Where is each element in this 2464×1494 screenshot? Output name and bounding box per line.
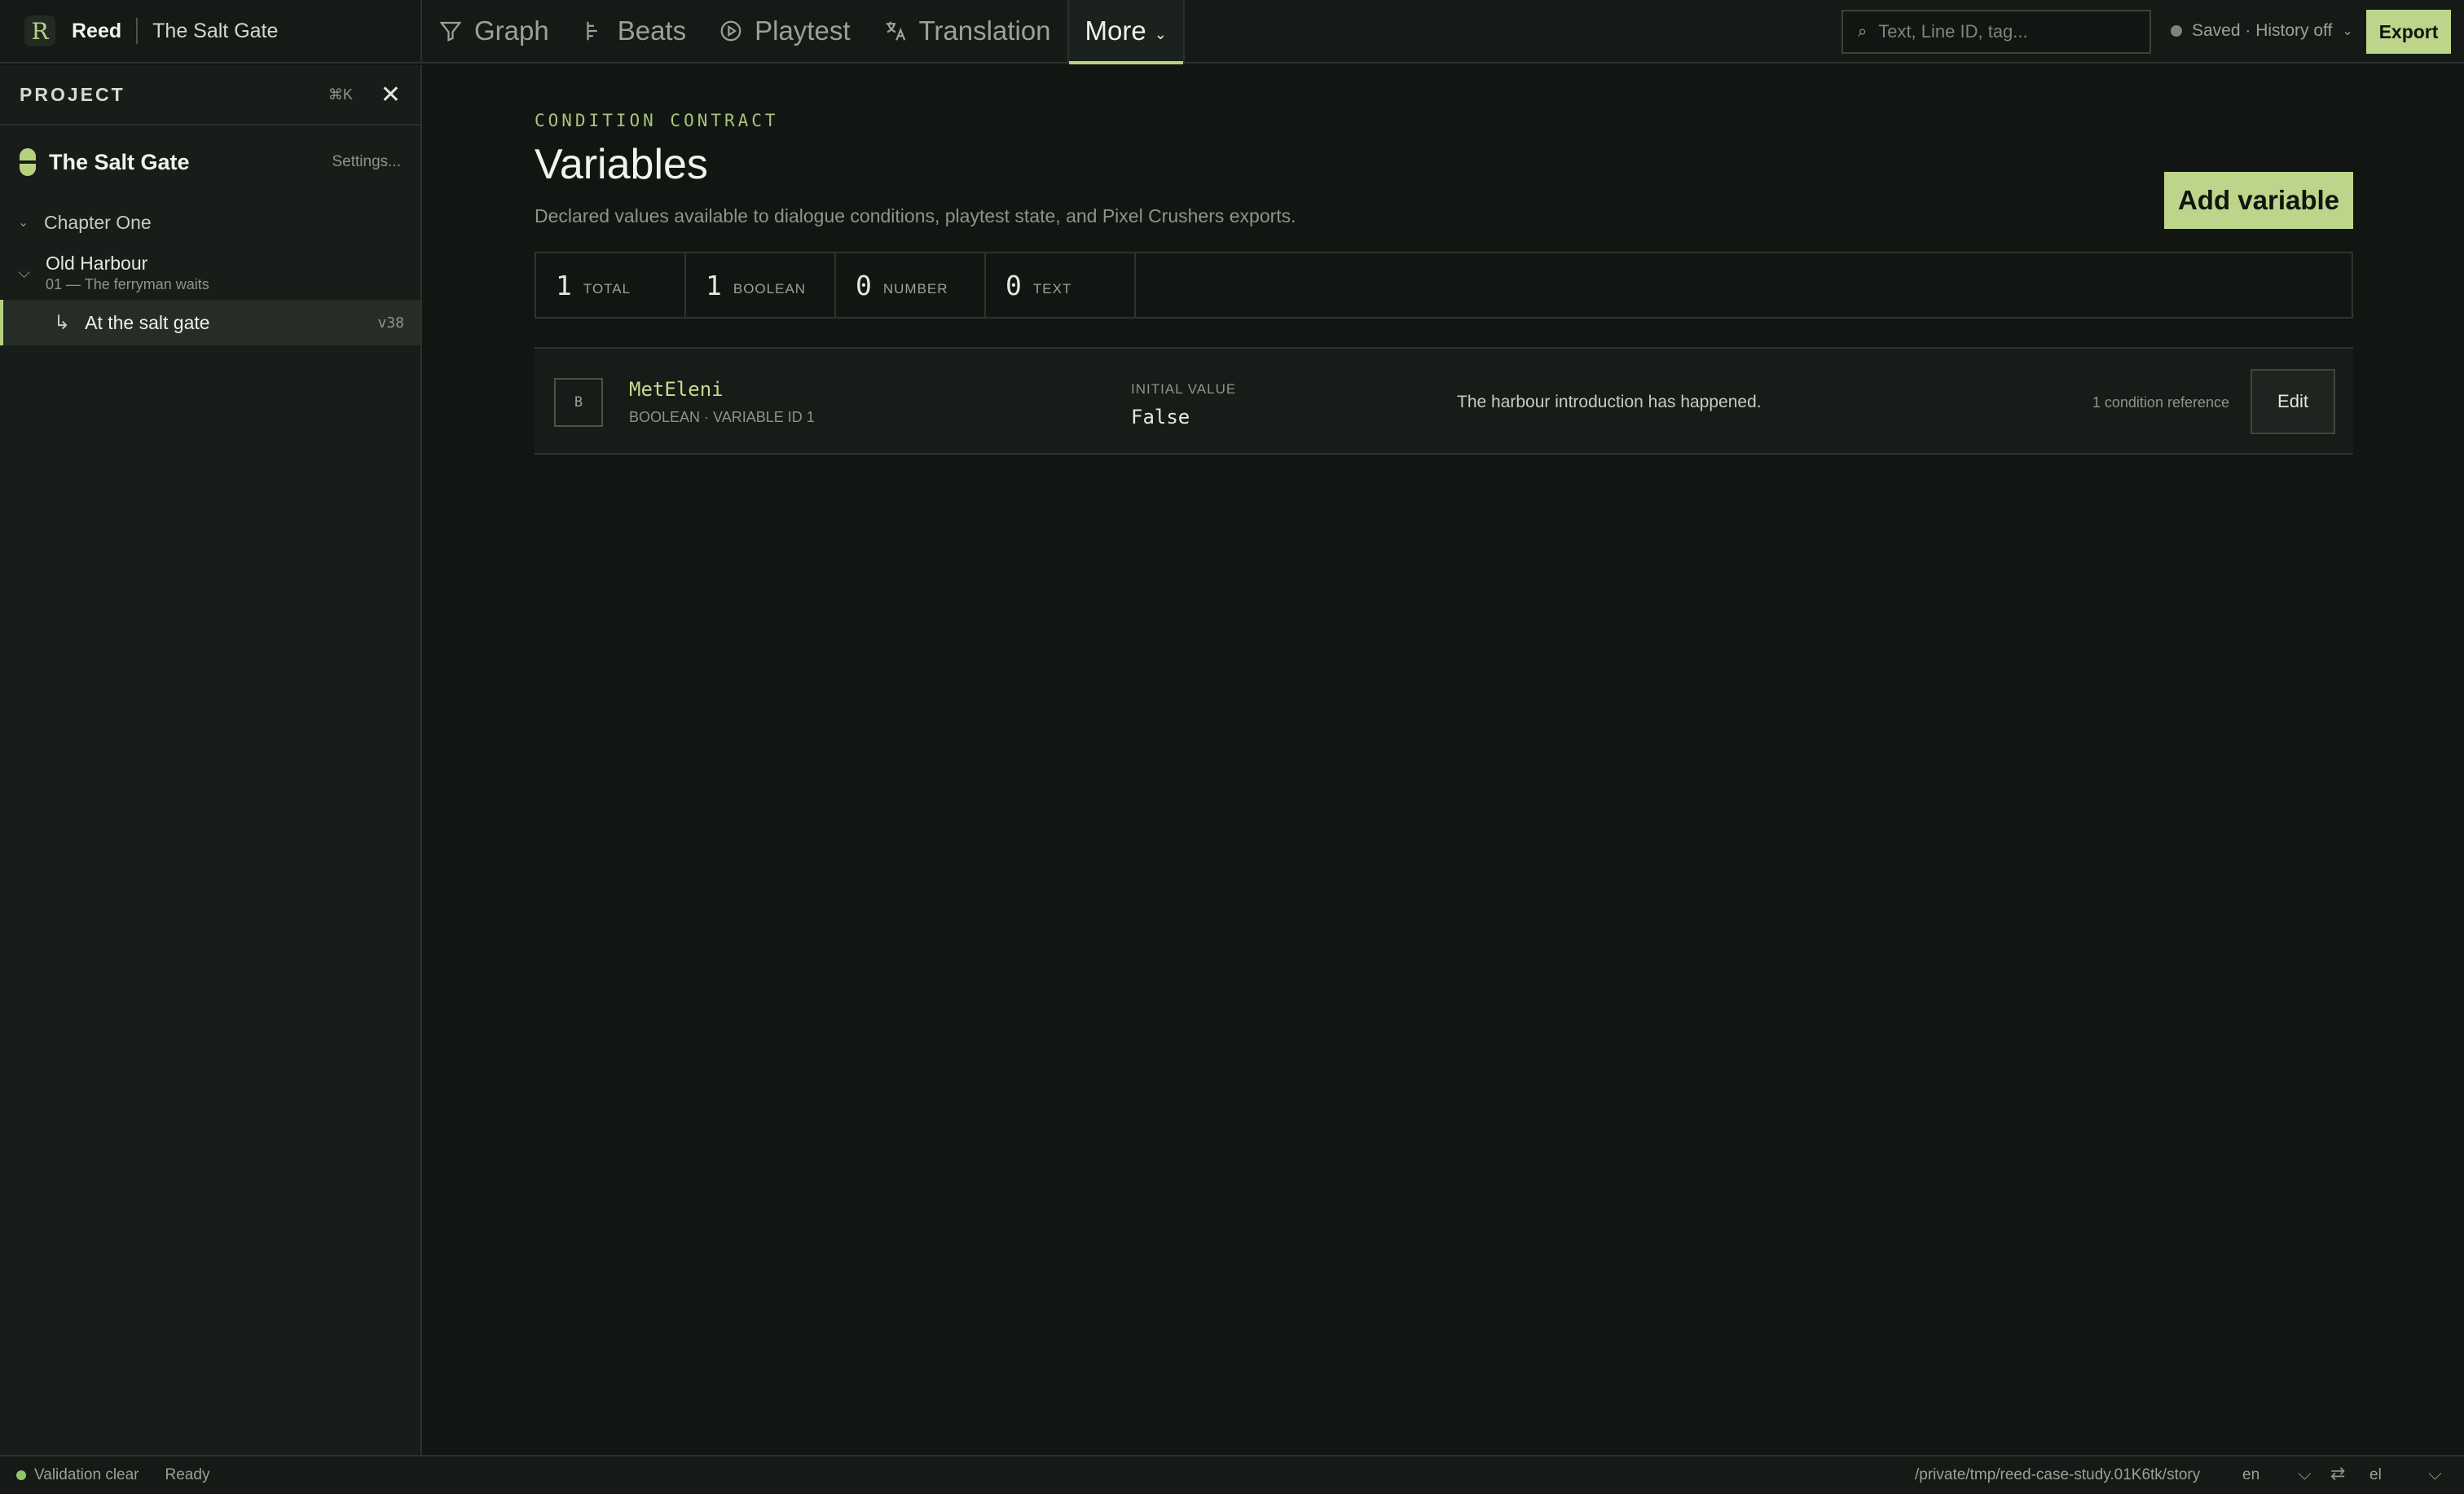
- add-variable-button[interactable]: Add variable: [2164, 172, 2353, 229]
- brand-divider: [136, 18, 139, 44]
- main-nav: Graph Beats Playtest Translation More ⌄: [422, 0, 1185, 64]
- variable-stats: 1 TOTAL 1 BOOLEAN 0 NUMBER 0 TEXT: [535, 252, 2353, 319]
- stat-value: 1: [556, 269, 572, 301]
- export-button[interactable]: Export: [2366, 10, 2451, 54]
- chapter-label: Chapter One: [44, 211, 152, 233]
- funnel-icon: [439, 21, 462, 42]
- translate-icon: [886, 21, 905, 41]
- stat-value: 0: [1005, 269, 1022, 301]
- sidebar-project-name: The Salt Gate: [49, 149, 190, 174]
- edit-variable-button[interactable]: Edit: [2251, 369, 2335, 434]
- tab-beats[interactable]: Beats: [565, 0, 702, 63]
- status-bar: Validation clear Ready /private/tmp/reed…: [0, 1455, 2464, 1494]
- project-title[interactable]: The Salt Gate: [152, 20, 278, 43]
- chevron-down-icon[interactable]: ⌵: [2428, 1463, 2442, 1484]
- page-title: Variables: [535, 141, 708, 188]
- stat-number: 0 NUMBER: [836, 253, 986, 317]
- variable-description: The harbour introduction has happened.: [1457, 393, 1762, 411]
- project-sidebar: PROJECT ⌘K ✕ The Salt Gate Settings... ⌄…: [0, 65, 422, 1455]
- scene-subtitle: 01 — The ferryman waits: [46, 276, 209, 292]
- sidebar-title: PROJECT: [20, 83, 125, 105]
- sidebar-header: PROJECT ⌘K ✕: [0, 65, 420, 125]
- tab-translation-label: Translation: [918, 15, 1051, 46]
- project-path: /private/tmp/reed-case-study.01K6tk/stor…: [1915, 1466, 2201, 1483]
- page-eyebrow: CONDITION CONTRACT: [535, 111, 779, 130]
- variable-references[interactable]: 1 condition reference: [2092, 394, 2229, 411]
- play-circle-icon: [720, 20, 741, 42]
- top-bar: R Reed The Salt Gate Graph Beats Playtes…: [0, 0, 2464, 64]
- brand: R Reed The Salt Gate: [0, 0, 422, 63]
- app-state: Ready: [165, 1466, 210, 1483]
- tab-graph[interactable]: Graph: [422, 0, 565, 63]
- tab-beats-label: Beats: [617, 15, 687, 46]
- tab-more[interactable]: More ⌄: [1067, 0, 1185, 64]
- search-box[interactable]: ⌕: [1841, 10, 2151, 54]
- stat-text: 0 TEXT: [986, 253, 1136, 317]
- chevron-down-icon[interactable]: ⌵: [18, 264, 33, 283]
- variable-name: MetEleni: [629, 378, 724, 401]
- stat-boolean: 1 BOOLEAN: [686, 253, 836, 317]
- tab-more-label: More: [1085, 15, 1146, 46]
- status-dot-icon: [2171, 25, 2182, 37]
- save-status-text: Saved · History off: [2192, 21, 2333, 40]
- scene-text: Old Harbour 01 — The ferryman waits: [46, 253, 209, 293]
- search-icon: ⌕: [1858, 22, 1868, 41]
- tree-scene[interactable]: ⌵ Old Harbour 01 — The ferryman waits: [0, 246, 420, 300]
- page-description: Declared values available to dialogue co…: [535, 205, 1296, 226]
- initial-value: False: [1131, 406, 1190, 428]
- chevron-down-icon: ⌄: [1154, 25, 1167, 42]
- tree-chapter[interactable]: ⌄ Chapter One: [0, 199, 420, 246]
- validation-ok-icon: [16, 1470, 26, 1480]
- stat-total: 1 TOTAL: [536, 253, 686, 317]
- stat-label: NUMBER: [882, 281, 948, 297]
- node-version: v38: [377, 314, 404, 332]
- project-icon: [20, 148, 36, 176]
- project-settings-link[interactable]: Settings...: [332, 153, 402, 171]
- tab-playtest[interactable]: Playtest: [702, 0, 866, 63]
- search-input[interactable]: [1878, 21, 2123, 42]
- beats-icon: [587, 21, 597, 41]
- target-language[interactable]: el: [2369, 1466, 2382, 1484]
- source-language[interactable]: en: [2242, 1466, 2259, 1484]
- chevron-down-icon[interactable]: ⌄: [18, 214, 33, 231]
- chevron-down-icon[interactable]: ⌵: [2298, 1463, 2312, 1484]
- stat-label: BOOLEAN: [733, 281, 807, 297]
- tab-playtest-label: Playtest: [755, 15, 851, 46]
- variable-type-badge: B: [554, 378, 603, 427]
- swap-languages-icon[interactable]: ⇄: [2330, 1463, 2345, 1484]
- save-status[interactable]: Saved · History off ⌄: [2171, 21, 2353, 41]
- validation-status[interactable]: Validation clear: [34, 1466, 139, 1484]
- app-logo: R: [24, 15, 55, 46]
- keyboard-shortcut: ⌘K: [328, 86, 353, 103]
- chevron-down-icon: ⌄: [2342, 24, 2353, 38]
- tree-node-selected[interactable]: ↳ At the salt gate v38: [0, 300, 420, 345]
- tab-translation[interactable]: Translation: [867, 0, 1067, 63]
- tab-graph-label: Graph: [474, 15, 549, 46]
- app-name: Reed: [72, 19, 122, 42]
- main-content: CONDITION CONTRACT Variables Declared va…: [424, 65, 2464, 1455]
- node-label: At the salt gate: [85, 311, 210, 333]
- stat-value: 0: [856, 269, 872, 301]
- sidebar-project[interactable]: The Salt Gate Settings...: [0, 125, 420, 199]
- close-icon[interactable]: ✕: [381, 81, 401, 109]
- stat-label: TOTAL: [583, 281, 631, 297]
- scene-label: Old Harbour: [46, 253, 148, 274]
- stat-label: TEXT: [1032, 281, 1072, 297]
- initial-value-label: INITIAL VALUE: [1131, 381, 1237, 397]
- variable-row[interactable]: B MetEleni BOOLEAN · VARIABLE ID 1 INITI…: [535, 347, 2353, 455]
- variable-meta: BOOLEAN · VARIABLE ID 1: [629, 409, 815, 425]
- return-arrow-icon: ↳: [54, 311, 71, 334]
- stat-value: 1: [706, 269, 722, 301]
